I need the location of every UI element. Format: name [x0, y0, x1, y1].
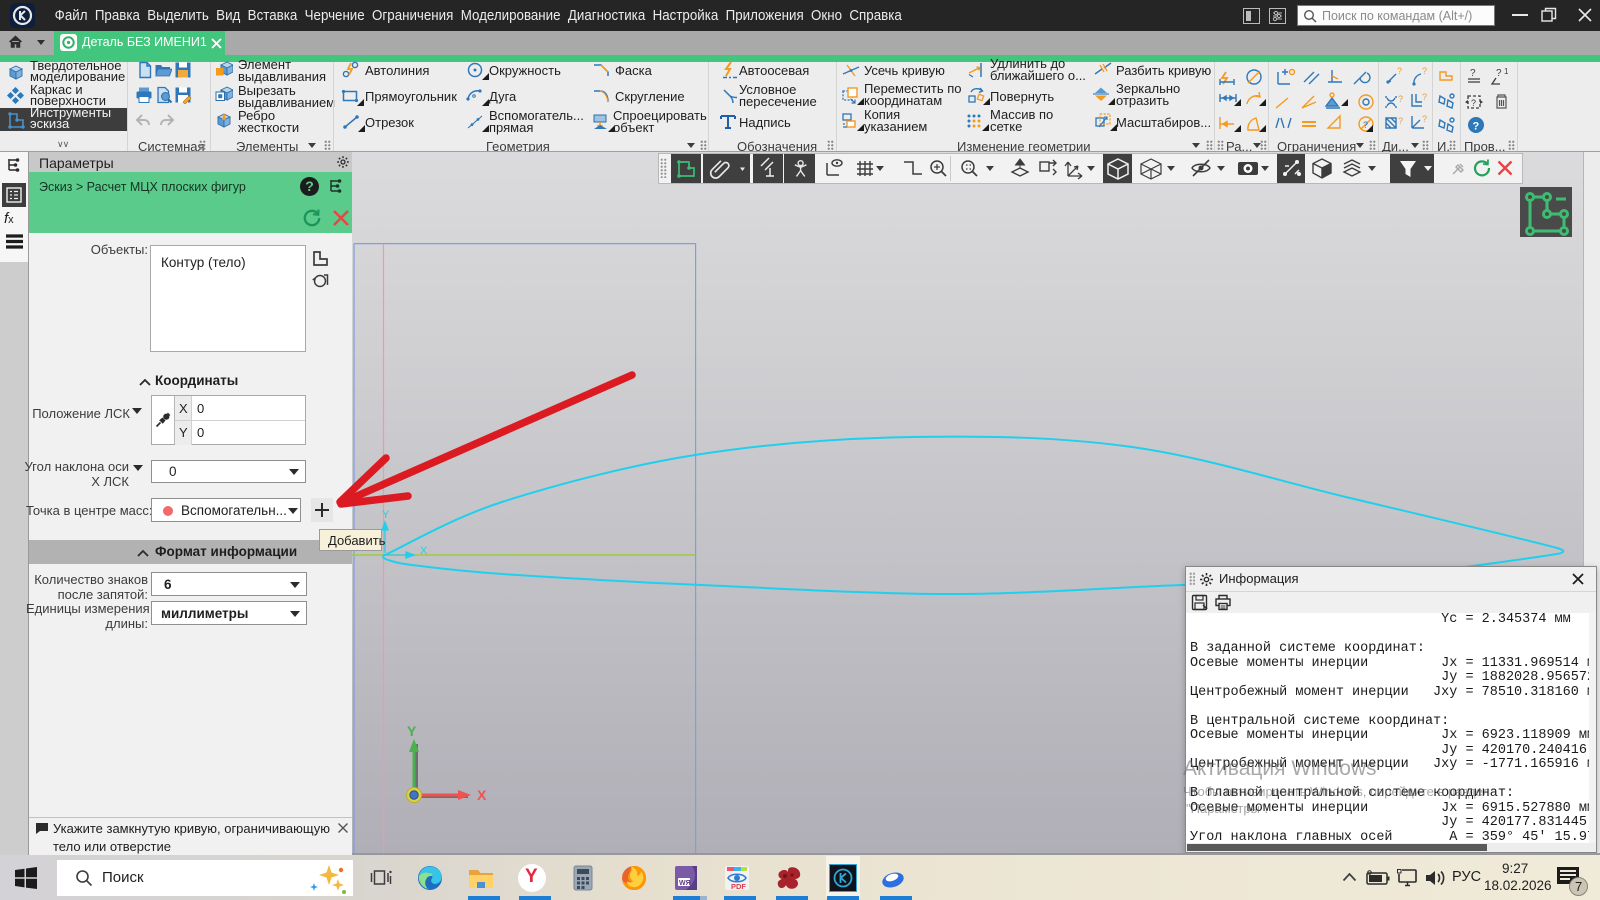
svg-text:?: ?: [1397, 66, 1402, 76]
svg-text:?: ?: [1496, 68, 1502, 79]
svg-text:PDF: PDF: [731, 882, 746, 891]
svg-text:1: 1: [1504, 67, 1509, 76]
svg-text:X: X: [420, 545, 428, 557]
svg-text:?: ?: [1473, 121, 1480, 133]
svg-text:?: ?: [1422, 114, 1427, 124]
svg-text:?: ?: [1398, 116, 1403, 126]
svg-text:?: ?: [1471, 98, 1476, 108]
svg-text:?: ?: [1422, 92, 1427, 102]
svg-text:?: ?: [1398, 94, 1403, 104]
svg-text:?: ?: [1470, 68, 1476, 79]
svg-text:WЯ: WЯ: [679, 880, 691, 887]
svg-text:?: ?: [1422, 66, 1427, 76]
svg-text:X: X: [477, 787, 487, 803]
svg-text:Y: Y: [407, 723, 417, 739]
